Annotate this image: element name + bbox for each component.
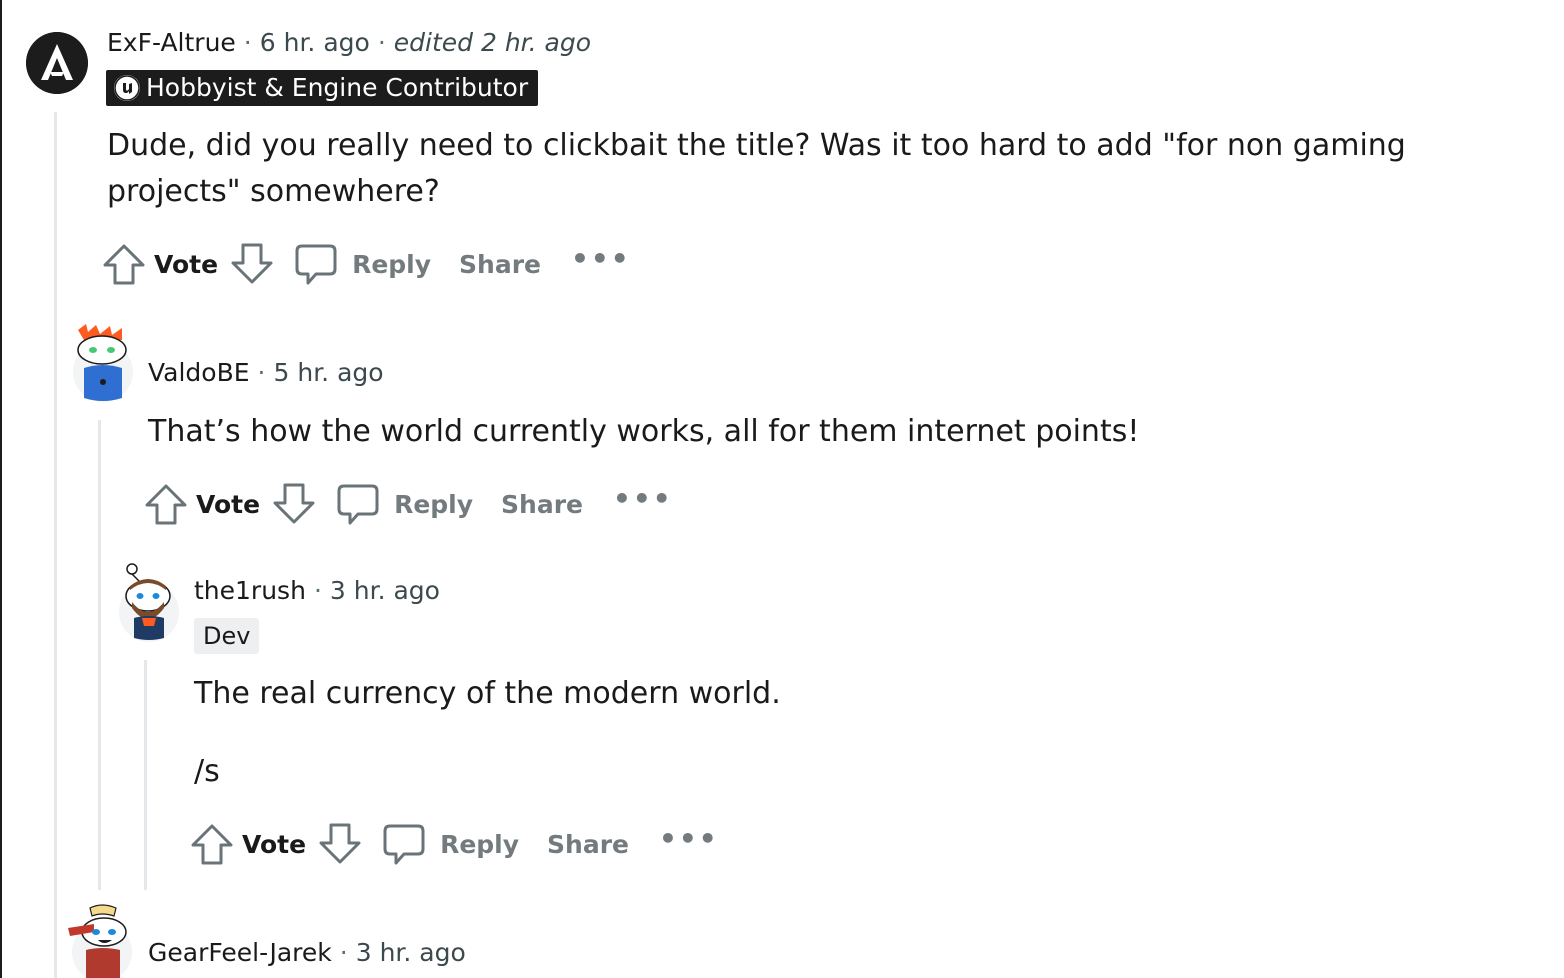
reply-label[interactable]: Reply xyxy=(440,830,519,859)
author-name[interactable]: GearFeel-Jarek xyxy=(148,938,332,967)
arrow-up-icon xyxy=(103,244,145,285)
vote-label: Vote xyxy=(154,249,219,279)
arrow-up-icon xyxy=(191,824,233,865)
reply-button[interactable] xyxy=(382,822,426,866)
snoo-avatar-icon xyxy=(73,324,133,402)
thread-line[interactable] xyxy=(144,660,147,890)
comment-time[interactable]: 3 hr. ago xyxy=(356,938,466,967)
vote-label: Vote xyxy=(196,489,261,519)
arrow-down-icon xyxy=(319,823,361,864)
arrow-up-icon xyxy=(145,484,187,525)
speech-bubble-icon xyxy=(295,244,337,285)
comment-body: That’s how the world currently works, al… xyxy=(148,414,1140,449)
avatar-the1rush[interactable] xyxy=(118,560,180,642)
comment-meta: the1rush · 3 hr. ago xyxy=(194,576,440,606)
comment-body-line: /s xyxy=(194,754,220,789)
comment-time[interactable]: 5 hr. ago xyxy=(274,358,384,387)
upvote-button[interactable] xyxy=(190,822,234,866)
altrue-logo-icon xyxy=(26,32,88,94)
flair-text: Hobbyist & Engine Contributor xyxy=(146,73,529,102)
arrow-down-icon xyxy=(273,483,315,524)
downvote-button[interactable] xyxy=(230,242,274,286)
unreal-engine-logo-icon xyxy=(114,75,140,101)
vote-label: Vote xyxy=(242,829,307,859)
edited-time: edited 2 hr. ago xyxy=(393,28,592,57)
downvote-button[interactable] xyxy=(318,822,362,866)
share-button[interactable]: Share xyxy=(459,250,541,279)
separator: · xyxy=(243,28,252,57)
upvote-button[interactable] xyxy=(144,482,188,526)
more-options-button[interactable]: ••• xyxy=(613,482,673,515)
separator: · xyxy=(257,358,266,387)
author-name[interactable]: ExF-Altrue xyxy=(107,28,236,57)
user-flair: Hobbyist & Engine Contributor xyxy=(106,70,539,106)
comment-time[interactable]: 6 hr. ago xyxy=(260,28,370,57)
snoo-avatar-icon xyxy=(119,563,179,642)
comment-actions: Vote Reply Share ••• xyxy=(190,820,719,868)
more-options-button[interactable]: ••• xyxy=(571,242,631,275)
speech-bubble-icon xyxy=(383,824,425,865)
more-options-button[interactable]: ••• xyxy=(659,822,719,855)
comment-actions: Vote Reply Share ••• xyxy=(102,240,631,288)
reply-button[interactable] xyxy=(336,482,380,526)
author-name[interactable]: the1rush xyxy=(194,576,306,605)
user-flair: Dev xyxy=(194,618,260,654)
avatar-valdobe[interactable] xyxy=(72,322,134,404)
share-button[interactable]: Share xyxy=(501,490,583,519)
comment-meta: ExF-Altrue · 6 hr. ago · edited 2 hr. ago xyxy=(107,28,591,58)
reply-button[interactable] xyxy=(294,242,338,286)
thread-line[interactable] xyxy=(98,420,101,890)
share-button[interactable]: Share xyxy=(547,830,629,859)
avatar-gearfeel-jarek[interactable] xyxy=(64,902,134,978)
window-edge xyxy=(0,0,2,978)
separator: · xyxy=(313,576,322,605)
reply-label[interactable]: Reply xyxy=(352,250,431,279)
comment-body-line: The real currency of the modern world. xyxy=(194,676,781,711)
downvote-button[interactable] xyxy=(272,482,316,526)
thread-line[interactable] xyxy=(54,112,57,978)
comment-body: Dude, did you really need to clickbait t… xyxy=(107,128,1406,209)
comment-actions: Vote Reply Share ••• xyxy=(144,480,673,528)
snoo-avatar-icon xyxy=(68,904,132,978)
reply-label[interactable]: Reply xyxy=(394,490,473,519)
upvote-button[interactable] xyxy=(102,242,146,286)
comment-meta: ValdoBE · 5 hr. ago xyxy=(148,358,384,388)
separator: · xyxy=(339,938,348,967)
comment-time[interactable]: 3 hr. ago xyxy=(330,576,440,605)
avatar-exf-altrue[interactable] xyxy=(26,32,88,94)
comment-meta: GearFeel-Jarek · 3 hr. ago xyxy=(148,938,466,968)
arrow-down-icon xyxy=(231,243,273,284)
separator: · xyxy=(377,28,386,57)
author-name[interactable]: ValdoBE xyxy=(148,358,250,387)
speech-bubble-icon xyxy=(337,484,379,525)
